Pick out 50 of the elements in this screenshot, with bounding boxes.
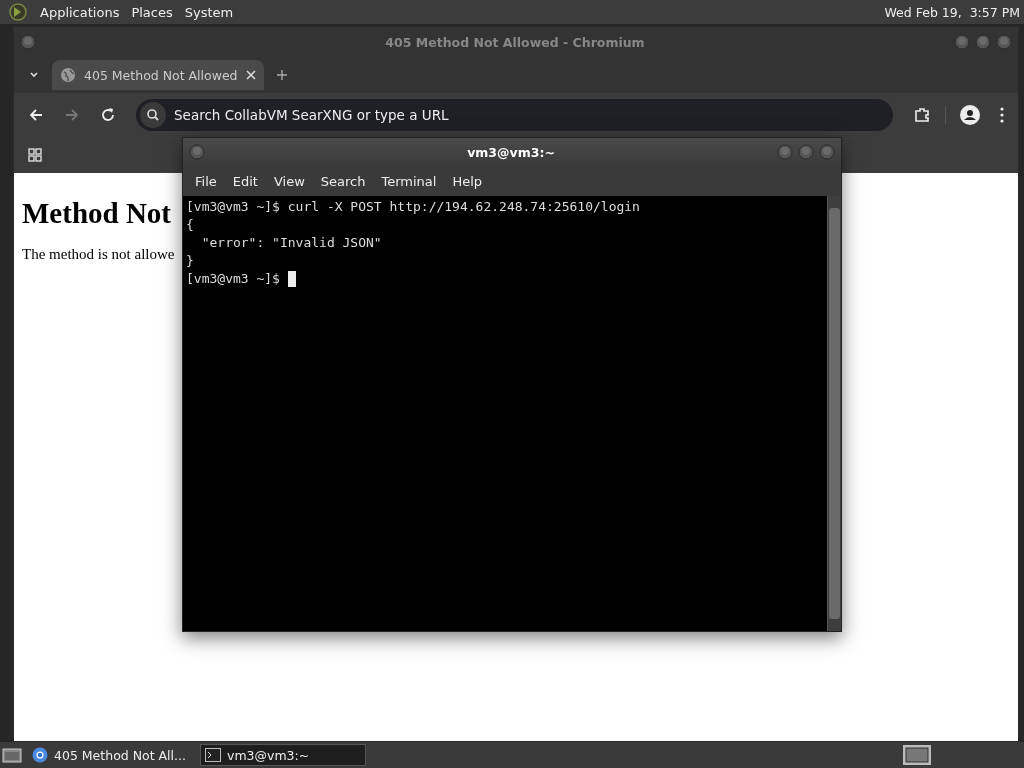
- menu-item[interactable]: Edit: [224, 173, 266, 189]
- menu-logo-icon[interactable]: [8, 2, 28, 22]
- menu-item[interactable]: Help: [444, 173, 491, 189]
- window-control-icon[interactable]: [798, 144, 814, 160]
- window-control-icon[interactable]: [996, 34, 1012, 50]
- search-icon: [140, 102, 166, 128]
- window-title: 405 Method Not Allowed - Chromium: [384, 34, 646, 50]
- menu-item[interactable]: View: [265, 173, 313, 189]
- panel-menu[interactable]: System: [184, 4, 234, 20]
- show-desktop-icon[interactable]: [2, 746, 22, 764]
- profile-icon[interactable]: [960, 105, 980, 125]
- terminal-line: [vm3@vm3 ~]$: [186, 270, 281, 288]
- puzzle-piece-icon[interactable]: [913, 106, 931, 124]
- page-text: The method is not allowe: [22, 246, 175, 263]
- window-control-icon[interactable]: [975, 34, 991, 50]
- terminal-line: [vm3@vm3 ~]$ curl -X POST http://194.62.248.74:25610/login: [186, 198, 640, 216]
- browser-tab[interactable]: 405 Method Not Allowed: [52, 60, 264, 90]
- globe-icon: [60, 67, 76, 83]
- scrollbar[interactable]: [827, 196, 841, 631]
- menu-item[interactable]: Search: [312, 173, 374, 189]
- workspace-switcher-icon[interactable]: [902, 744, 932, 766]
- forward-arrow-icon[interactable]: [64, 107, 80, 123]
- panel-menu[interactable]: Places: [131, 4, 173, 20]
- more-menu-icon[interactable]: [1000, 107, 1004, 123]
- terminal-line: }: [186, 252, 194, 270]
- taskbar-button[interactable]: vm3@vm3:~: [200, 744, 366, 766]
- window-menu-icon[interactable]: [189, 144, 205, 160]
- window-menu-icon[interactable]: [20, 34, 36, 50]
- page-heading: Method Not: [22, 197, 171, 230]
- terminal-icon: [205, 748, 221, 762]
- plus-icon[interactable]: [276, 69, 288, 81]
- clock-text[interactable]: Wed Feb 19, 3:57 PM: [884, 4, 1020, 20]
- back-arrow-icon[interactable]: [28, 107, 44, 123]
- terminal-line: "error": "Invalid JSON": [200, 234, 382, 252]
- tab-title: 405 Method Not Allowed: [84, 67, 238, 83]
- address-bar[interactable]: Search CollabVM SearXNG or type a URL: [136, 99, 893, 131]
- menu-item[interactable]: File: [187, 173, 225, 189]
- browser-logo-icon: [32, 747, 48, 763]
- apps-grid-icon[interactable]: [28, 148, 42, 162]
- reload-icon[interactable]: [100, 107, 116, 123]
- close-icon[interactable]: [245, 70, 256, 80]
- window-control-icon[interactable]: [777, 144, 793, 160]
- scrollbar-thumb[interactable]: [829, 208, 840, 619]
- window-control-icon[interactable]: [954, 34, 970, 50]
- window-control-icon[interactable]: [819, 144, 835, 160]
- window-title: vm3@vm3:~: [466, 144, 556, 160]
- panel-menu[interactable]: Applications: [40, 4, 120, 20]
- terminal-line: {: [186, 216, 194, 234]
- menu-item[interactable]: Terminal: [373, 173, 445, 189]
- taskbar-button[interactable]: 405 Method Not All...: [28, 744, 194, 766]
